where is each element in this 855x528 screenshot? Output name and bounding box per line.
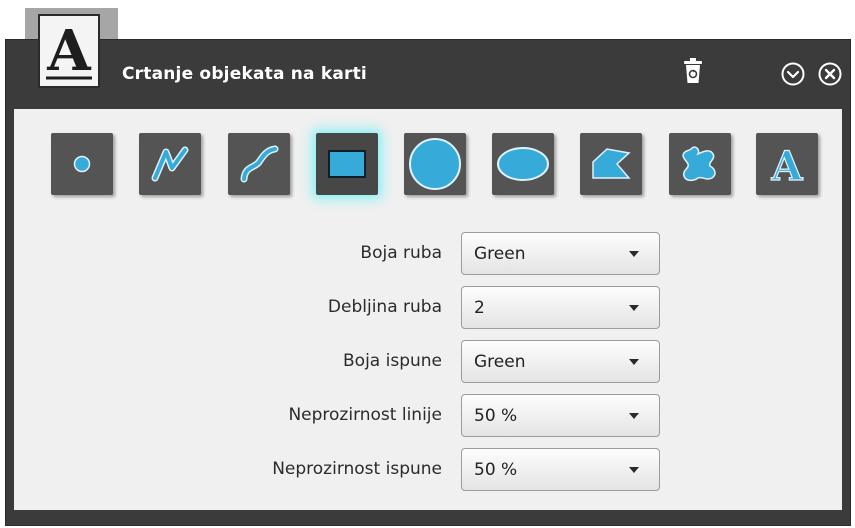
edge-color-label: Boja ruba xyxy=(360,243,442,263)
fill-opacity-value: 50 % xyxy=(474,459,518,480)
dropdown-arrow-icon xyxy=(629,251,639,257)
tool-text-button[interactable]: A xyxy=(756,133,818,195)
circle-icon xyxy=(409,138,461,190)
edge-color-value: Green xyxy=(474,243,526,264)
tool-circle-button[interactable] xyxy=(404,133,466,195)
tool-freehand-line-button[interactable] xyxy=(228,133,290,195)
fill-opacity-label: Neprozirnost ispune xyxy=(272,459,442,479)
freehand-polygon-icon xyxy=(682,146,716,182)
line-opacity-label: Neprozirnost linije xyxy=(288,405,442,425)
tool-freehand-polygon-button[interactable] xyxy=(669,133,731,195)
dropdown-arrow-icon xyxy=(629,305,639,311)
fill-opacity-select[interactable]: 50 % xyxy=(461,448,660,491)
window-title: Crtanje objekata na karti xyxy=(122,64,367,84)
logo-letter: A xyxy=(46,18,92,84)
polygon-icon xyxy=(592,148,631,179)
fill-color-select[interactable]: Green xyxy=(461,340,660,383)
dropdown-arrow-icon xyxy=(629,467,639,473)
fill-color-value: Green xyxy=(474,351,526,372)
edge-width-label: Debljina ruba xyxy=(327,297,442,317)
edge-width-value: 2 xyxy=(474,297,485,318)
logo-letter-icon: A xyxy=(38,14,100,88)
rectangle-icon xyxy=(328,150,366,178)
tool-point-button[interactable] xyxy=(51,133,113,195)
polyline-icon xyxy=(151,146,189,182)
point-icon xyxy=(73,155,91,173)
line-opacity-select[interactable]: 50 % xyxy=(461,394,660,437)
close-circle-icon[interactable] xyxy=(817,61,843,87)
tool-rectangle-button[interactable] xyxy=(316,133,378,195)
line-opacity-value: 50 % xyxy=(474,405,518,426)
tool-ellipse-button[interactable] xyxy=(492,133,554,195)
text-icon: A xyxy=(770,142,804,188)
ellipse-icon xyxy=(497,147,549,181)
dropdown-arrow-icon xyxy=(629,359,639,365)
tool-polygon-button[interactable] xyxy=(580,133,642,195)
fill-color-label: Boja ispune xyxy=(343,351,442,371)
text-tool-letter: A xyxy=(770,143,803,188)
edge-width-select[interactable]: 2 xyxy=(461,286,660,329)
freehand-line-icon xyxy=(240,145,279,183)
chevron-down-circle-icon[interactable] xyxy=(780,61,806,87)
edge-color-select[interactable]: Green xyxy=(461,232,660,275)
recycle-bin-icon[interactable] xyxy=(680,58,706,84)
dropdown-arrow-icon xyxy=(629,413,639,419)
tool-polyline-button[interactable] xyxy=(139,133,201,195)
